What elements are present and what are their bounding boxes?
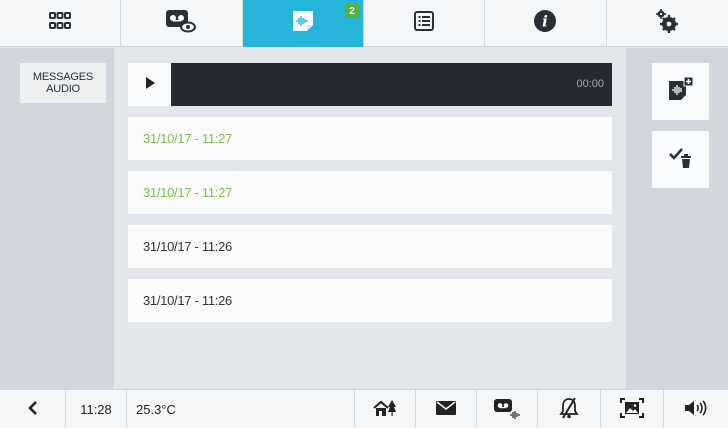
list-item[interactable]: 31/10/17 - 11:26 bbox=[128, 279, 612, 322]
messages-button[interactable] bbox=[416, 389, 477, 428]
tab-info[interactable]: i bbox=[485, 0, 607, 47]
picture-frame-icon bbox=[620, 397, 644, 421]
list-item[interactable]: 31/10/17 - 11:27 bbox=[128, 117, 612, 160]
add-audio-message-icon bbox=[668, 76, 694, 107]
play-button[interactable] bbox=[128, 63, 171, 106]
category-audio-messages[interactable]: MESSAGES AUDIO bbox=[20, 63, 106, 103]
category-label-line1: MESSAGES bbox=[32, 71, 94, 83]
volume-button[interactable] bbox=[664, 390, 728, 428]
action-sidebar bbox=[626, 48, 728, 389]
tab-lists[interactable] bbox=[364, 0, 486, 47]
message-datetime: 31/10/17 - 11:26 bbox=[143, 239, 232, 254]
ringtone-mute-button[interactable] bbox=[538, 389, 601, 428]
clock: 11:28 bbox=[66, 389, 127, 428]
playback-time: 00:00 bbox=[576, 78, 604, 90]
play-icon bbox=[145, 76, 155, 94]
message-datetime: 31/10/17 - 11:26 bbox=[143, 293, 232, 308]
answering-machine-button[interactable] bbox=[477, 389, 538, 428]
photo-memory-button[interactable] bbox=[601, 389, 664, 428]
audio-message-list: 31/10/17 - 11:27 31/10/17 - 11:27 31/10/… bbox=[128, 117, 612, 333]
bell-off-icon bbox=[559, 396, 579, 422]
status-bar: 11:28 25.3°C bbox=[0, 389, 728, 428]
svg-text:i: i bbox=[543, 13, 549, 31]
tab-video-memory[interactable] bbox=[121, 0, 243, 47]
category-sidebar: MESSAGES AUDIO bbox=[0, 48, 114, 389]
envelope-icon bbox=[436, 400, 456, 418]
message-datetime: 31/10/17 - 11:27 bbox=[143, 131, 232, 146]
back-button[interactable] bbox=[0, 389, 66, 428]
message-datetime: 31/10/17 - 11:27 bbox=[143, 185, 232, 200]
tab-audio-messages[interactable]: 2 bbox=[242, 0, 364, 47]
tab-home-grid[interactable] bbox=[0, 0, 122, 47]
back-arrow-icon bbox=[27, 400, 39, 418]
scenario-button[interactable] bbox=[355, 389, 416, 428]
info-icon: i bbox=[533, 9, 557, 38]
check-delete-icon bbox=[668, 145, 694, 174]
audio-player: 00:00 bbox=[128, 63, 612, 106]
category-label-line2: AUDIO bbox=[46, 83, 80, 95]
unread-count-badge: 2 bbox=[344, 4, 359, 18]
tab-settings[interactable] bbox=[607, 0, 728, 47]
new-audio-message-button[interactable] bbox=[652, 63, 709, 120]
temperature: 25.3°C bbox=[136, 401, 176, 417]
grid-icon bbox=[49, 12, 72, 35]
message-list-panel: 00:00 31/10/17 - 11:27 31/10/17 - 11:27 … bbox=[114, 48, 626, 389]
playback-progress-bar[interactable]: 00:00 bbox=[171, 63, 612, 106]
speaker-volume-icon bbox=[684, 399, 708, 420]
video-memory-icon bbox=[164, 8, 198, 39]
settings-gears-icon bbox=[653, 7, 681, 40]
delete-selected-button[interactable] bbox=[652, 131, 709, 188]
list-icon bbox=[414, 11, 435, 36]
audio-message-icon bbox=[291, 9, 315, 38]
status-spacer bbox=[191, 389, 355, 428]
answering-machine-icon bbox=[493, 397, 521, 422]
list-item[interactable]: 31/10/17 - 11:26 bbox=[128, 225, 612, 268]
house-tree-icon bbox=[373, 399, 397, 420]
top-navigation: 2 i bbox=[0, 0, 728, 47]
list-item[interactable]: 31/10/17 - 11:27 bbox=[128, 171, 612, 214]
